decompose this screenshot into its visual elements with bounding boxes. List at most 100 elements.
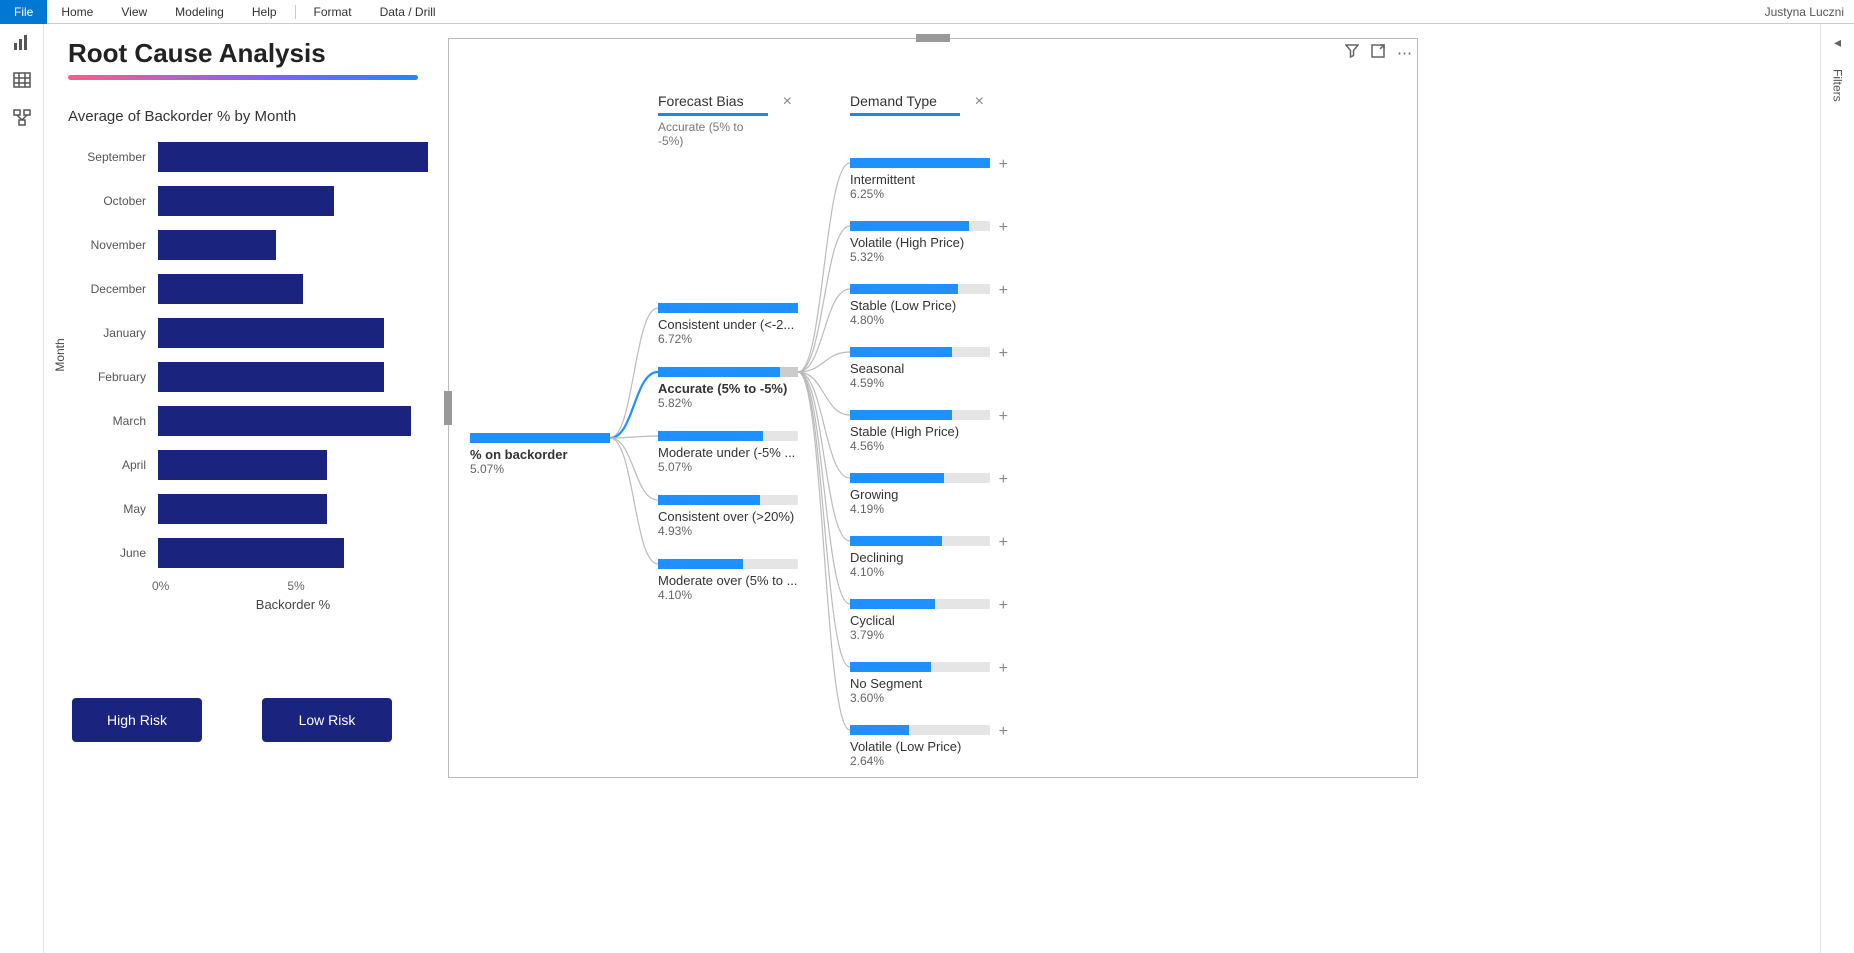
bar-row[interactable]: May: [158, 491, 428, 527]
node-label: Intermittent: [850, 172, 990, 187]
bar-category-label: September: [68, 150, 152, 164]
node-label: Moderate over (5% to ...: [658, 573, 798, 588]
filter-icon[interactable]: [1345, 44, 1359, 62]
bar-row[interactable]: June: [158, 535, 428, 571]
plus-icon[interactable]: +: [999, 345, 1008, 363]
node-label: Cyclical: [850, 613, 990, 628]
tree-node-level2[interactable]: +Seasonal4.59%: [850, 347, 990, 390]
plus-icon[interactable]: +: [999, 156, 1008, 174]
bar-category-label: December: [68, 282, 152, 296]
more-options-icon[interactable]: ⋯: [1397, 44, 1412, 62]
page-title: Root Cause Analysis: [68, 38, 428, 69]
file-tab[interactable]: File: [0, 0, 47, 24]
node-label: Stable (Low Price): [850, 298, 990, 313]
bar-fill: [158, 406, 411, 436]
tree-node-level2[interactable]: +Stable (Low Price)4.80%: [850, 284, 990, 327]
tree-node-level1[interactable]: Accurate (5% to -5%)5.82%: [658, 367, 798, 410]
node-label: Accurate (5% to -5%): [658, 381, 798, 396]
bar-row[interactable]: February: [158, 359, 428, 395]
column-label: Forecast Bias: [658, 93, 744, 109]
node-value: 6.72%: [658, 332, 798, 346]
bar-category-label: April: [68, 458, 152, 472]
tree-node-level2[interactable]: +Cyclical3.79%: [850, 599, 990, 642]
bar-fill: [158, 318, 384, 348]
low-risk-button[interactable]: Low Risk: [262, 698, 392, 742]
tree-node-level2[interactable]: +Declining4.10%: [850, 536, 990, 579]
plus-icon[interactable]: +: [999, 660, 1008, 678]
high-risk-button[interactable]: High Risk: [72, 698, 202, 742]
bar-row[interactable]: December: [158, 271, 428, 307]
node-label: Volatile (High Price): [850, 235, 990, 250]
close-icon[interactable]: ×: [783, 93, 792, 111]
plus-icon[interactable]: +: [999, 723, 1008, 741]
column-sub: Accurate (5% to -5%): [658, 120, 768, 148]
tree-root-node[interactable]: % on backorder 5.07%: [470, 433, 610, 476]
tab-help[interactable]: Help: [238, 1, 291, 23]
node-value: 2.64%: [850, 754, 990, 768]
x-axis-label: Backorder %: [68, 597, 428, 612]
bar-fill: [158, 450, 327, 480]
filters-label[interactable]: Filters: [1831, 69, 1845, 102]
bar-fill: [158, 186, 334, 216]
user-name: Justyna Luczni: [1765, 5, 1854, 19]
tree-node-level2[interactable]: +Volatile (High Price)5.32%: [850, 221, 990, 264]
focus-mode-icon[interactable]: [1371, 44, 1385, 62]
close-icon[interactable]: ×: [975, 93, 984, 111]
resize-handle-left[interactable]: [444, 391, 452, 425]
view-rail: [0, 24, 44, 953]
bar-row[interactable]: November: [158, 227, 428, 263]
node-value: 5.82%: [658, 396, 798, 410]
node-label: Declining: [850, 550, 990, 565]
data-view-icon[interactable]: [12, 70, 32, 90]
plus-icon[interactable]: +: [999, 282, 1008, 300]
node-value: 3.60%: [850, 691, 990, 705]
tree-node-level2[interactable]: +Intermittent6.25%: [850, 158, 990, 201]
tree-node-level1[interactable]: Moderate under (-5% ...5.07%: [658, 431, 798, 474]
bar-row[interactable]: March: [158, 403, 428, 439]
node-value: 6.25%: [850, 187, 990, 201]
column-demand-type[interactable]: Demand Type ×: [850, 93, 960, 116]
column-forecast-bias[interactable]: Forecast Bias × Accurate (5% to -5%): [658, 93, 768, 148]
plus-icon[interactable]: +: [999, 597, 1008, 615]
bar-row[interactable]: April: [158, 447, 428, 483]
model-view-icon[interactable]: [12, 108, 32, 128]
bar-category-label: March: [68, 414, 152, 428]
plus-icon[interactable]: +: [999, 219, 1008, 237]
node-value: 4.10%: [850, 565, 990, 579]
decomposition-tree-visual[interactable]: ⋯ Forecast Bias × Accurate (5% to -5%) D…: [448, 38, 1418, 778]
tab-view[interactable]: View: [107, 1, 161, 23]
node-label: Consistent over (>20%): [658, 509, 798, 524]
bar-fill: [158, 274, 303, 304]
plus-icon[interactable]: +: [999, 471, 1008, 489]
bar-chart-visual[interactable]: Average of Backorder % by Month Month Se…: [68, 108, 428, 612]
report-view-icon[interactable]: [12, 32, 32, 52]
bar-category-label: January: [68, 326, 152, 340]
node-label: Volatile (Low Price): [850, 739, 990, 754]
bar-row[interactable]: October: [158, 183, 428, 219]
node-value: 4.59%: [850, 376, 990, 390]
tab-modeling[interactable]: Modeling: [161, 1, 238, 23]
tree-node-level1[interactable]: Moderate over (5% to ...4.10%: [658, 559, 798, 602]
node-label: No Segment: [850, 676, 990, 691]
tab-home[interactable]: Home: [47, 1, 107, 23]
tree-node-level2[interactable]: +Volatile (Low Price)2.64%: [850, 725, 990, 768]
tree-node-level2[interactable]: +Stable (High Price)4.56%: [850, 410, 990, 453]
node-label: Stable (High Price): [850, 424, 990, 439]
y-axis-label: Month: [53, 338, 67, 371]
tree-node-level2[interactable]: +No Segment3.60%: [850, 662, 990, 705]
column-label: Demand Type: [850, 93, 937, 109]
bar-row[interactable]: September: [158, 139, 428, 175]
tree-node-level1[interactable]: Consistent under (<-2...6.72%: [658, 303, 798, 346]
node-label: Consistent under (<-2...: [658, 317, 798, 332]
expand-pane-icon[interactable]: ◂: [1834, 34, 1841, 51]
node-value: 4.19%: [850, 502, 990, 516]
bar-row[interactable]: January: [158, 315, 428, 351]
tab-data-drill[interactable]: Data / Drill: [366, 1, 450, 23]
tree-node-level1[interactable]: Consistent over (>20%)4.93%: [658, 495, 798, 538]
plus-icon[interactable]: +: [999, 534, 1008, 552]
resize-handle-top[interactable]: [916, 34, 950, 42]
title-visual[interactable]: Root Cause Analysis: [68, 38, 428, 80]
plus-icon[interactable]: +: [999, 408, 1008, 426]
tab-format[interactable]: Format: [300, 1, 366, 23]
tree-node-level2[interactable]: +Growing4.19%: [850, 473, 990, 516]
